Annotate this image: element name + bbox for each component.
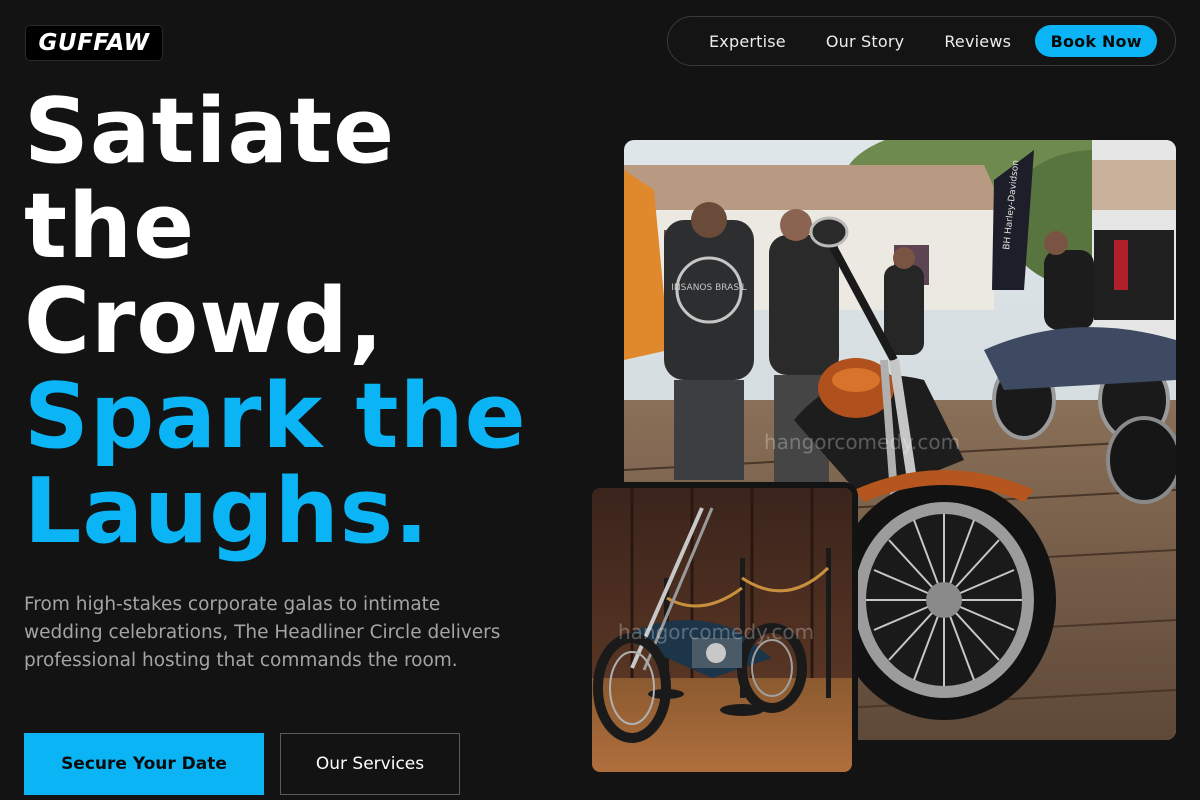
hero-description: From high-stakes corporate galas to inti… <box>24 594 501 671</box>
secure-date-button[interactable]: Secure Your Date <box>24 733 264 795</box>
nav-item-our-story[interactable]: Our Story <box>806 32 924 51</box>
small-photo-watermark: hangorcomedy.com <box>618 620 815 644</box>
hero-photo-chopper: hangorcomedy.com <box>592 488 852 772</box>
hero-headline: Satiate the Crowd, Spark the Laughs. <box>24 84 527 559</box>
main-nav: Expertise Our Story Reviews Book Now <box>667 16 1176 66</box>
our-services-button[interactable]: Our Services <box>280 733 460 795</box>
nav-item-expertise[interactable]: Expertise <box>689 32 806 51</box>
headline-line-5: Laughs. <box>24 459 430 564</box>
book-now-button[interactable]: Book Now <box>1035 25 1158 57</box>
logo[interactable]: GUFFAW <box>25 25 163 61</box>
headline-line-1: Satiate <box>24 79 396 184</box>
main-photo-watermark: hangorcomedy.com <box>764 430 961 454</box>
nav-item-reviews[interactable]: Reviews <box>924 32 1031 51</box>
headline-line-2: the <box>24 174 196 279</box>
headline-line-4: Spark the <box>24 364 527 469</box>
logo-text: GUFFAW <box>38 30 150 56</box>
headline-line-3: Crowd, <box>24 269 385 374</box>
vest-text: INSANOS BRASIL <box>671 283 746 293</box>
